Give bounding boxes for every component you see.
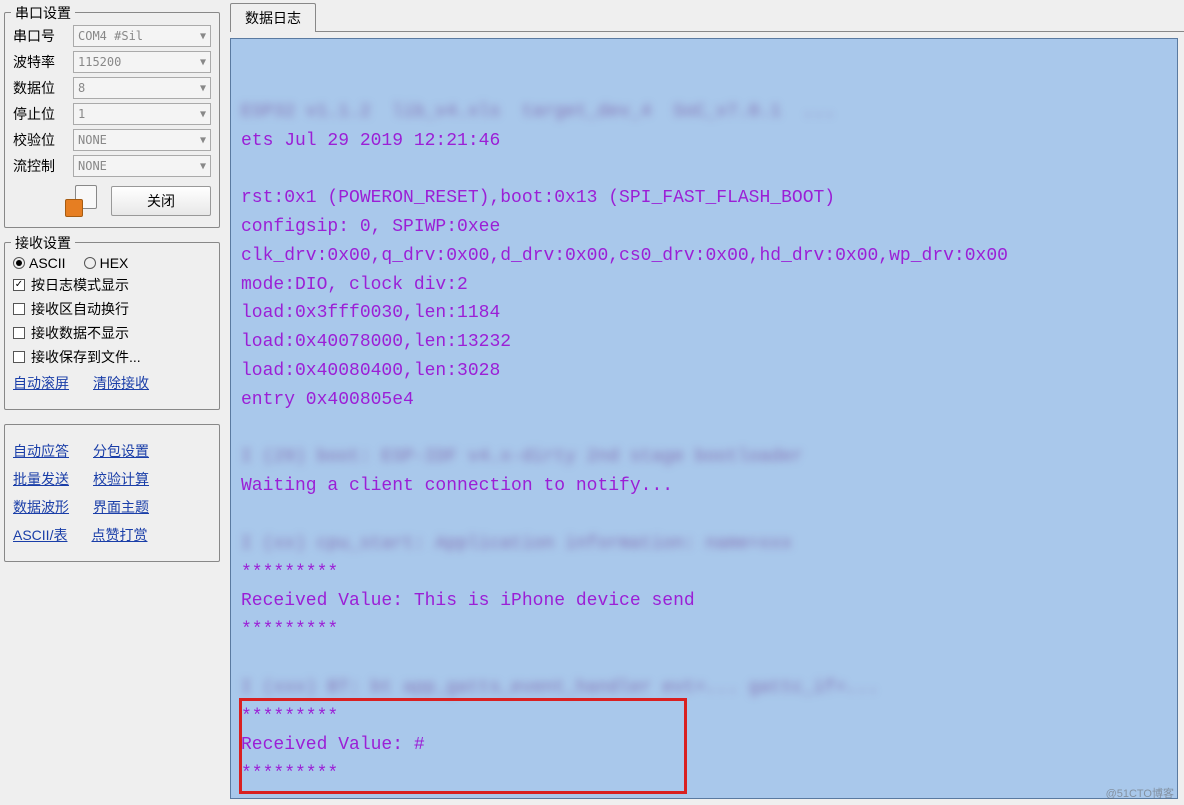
chevron-down-icon: ▼ <box>200 161 206 172</box>
links-group: 自动应答 分包设置 批量发送 校验计算 数据波形 界面主题 ASCII/表 点赞… <box>4 424 220 562</box>
ui-theme-link[interactable]: 界面主题 <box>93 497 149 517</box>
status-icon <box>61 185 101 217</box>
chevron-down-icon: ▼ <box>200 109 206 120</box>
serial-settings-group: 串口设置 串口号 COM4 #Sil▼ 波特率 115200▼ 数据位 8▼ 停… <box>4 12 220 228</box>
log-line: configsip: 0, SPIWP:0xee <box>241 217 500 237</box>
chevron-down-icon: ▼ <box>200 31 206 42</box>
baud-label: 波特率 <box>13 52 67 72</box>
recv-group-title: 接收设置 <box>11 233 75 253</box>
parity-label: 校验位 <box>13 130 67 150</box>
log-output[interactable]: ESP32 v1.1.2 lib_v4.xls target_dev_4 SoC… <box>230 38 1178 799</box>
chevron-down-icon: ▼ <box>200 57 206 68</box>
chevron-down-icon: ▼ <box>200 135 206 146</box>
log-line: ********* <box>241 707 338 727</box>
receive-settings-group: 接收设置 ASCII HEX 按日志模式显示 接收区自动换行 接收数据不显示 接… <box>4 242 220 410</box>
log-line: Received Value: # <box>241 735 425 755</box>
check-calc-link[interactable]: 校验计算 <box>93 469 149 489</box>
packet-set-link[interactable]: 分包设置 <box>93 441 149 461</box>
auto-scroll-link[interactable]: 自动滚屏 <box>13 373 69 393</box>
save-file-check[interactable]: 接收保存到文件... <box>13 347 211 367</box>
port-select[interactable]: COM4 #Sil▼ <box>73 25 211 47</box>
auto-wrap-check[interactable]: 接收区自动换行 <box>13 299 211 319</box>
log-line: Waiting a client connection to notify... <box>241 476 673 496</box>
log-line: load:0x3fff0030,len:1184 <box>241 303 500 323</box>
serial-group-title: 串口设置 <box>11 3 75 23</box>
clear-recv-link[interactable]: 清除接收 <box>93 373 149 393</box>
watermark: @51CTO博客 <box>1106 785 1174 801</box>
flow-select[interactable]: NONE▼ <box>73 155 211 177</box>
log-line: ets Jul 29 2019 12:21:46 <box>241 131 500 151</box>
auto-reply-link[interactable]: 自动应答 <box>13 441 69 461</box>
hide-recv-check[interactable]: 接收数据不显示 <box>13 323 211 343</box>
log-line: rst:0x1 (POWERON_RESET),boot:0x13 (SPI_F… <box>241 188 835 208</box>
flow-label: 流控制 <box>13 156 67 176</box>
log-line: ********* <box>241 764 338 784</box>
baud-select[interactable]: 115200▼ <box>73 51 211 73</box>
data-wave-link[interactable]: 数据波形 <box>13 497 69 517</box>
log-line: load:0x40078000,len:13232 <box>241 332 511 352</box>
close-button[interactable]: 关闭 <box>111 186 211 216</box>
hex-radio[interactable]: HEX <box>84 255 129 271</box>
databits-label: 数据位 <box>13 78 67 98</box>
parity-select[interactable]: NONE▼ <box>73 129 211 151</box>
log-line: ********* <box>241 563 338 583</box>
ascii-table-link[interactable]: ASCII/表 <box>13 525 67 545</box>
tab-bar: 数据日志 <box>224 2 1184 32</box>
port-label: 串口号 <box>13 26 67 46</box>
log-line: ********* <box>241 620 338 640</box>
stopbits-label: 停止位 <box>13 104 67 124</box>
batch-send-link[interactable]: 批量发送 <box>13 469 69 489</box>
log-line: mode:DIO, clock div:2 <box>241 275 468 295</box>
log-mode-check[interactable]: 按日志模式显示 <box>13 275 211 295</box>
stopbits-select[interactable]: 1▼ <box>73 103 211 125</box>
tab-data-log[interactable]: 数据日志 <box>230 3 316 32</box>
log-line: clk_drv:0x00,q_drv:0x00,d_drv:0x00,cs0_d… <box>241 246 1008 266</box>
like-share-link[interactable]: 点赞打赏 <box>91 525 147 545</box>
databits-select[interactable]: 8▼ <box>73 77 211 99</box>
log-line: entry 0x400805e4 <box>241 390 414 410</box>
chevron-down-icon: ▼ <box>200 83 206 94</box>
log-line: load:0x40080400,len:3028 <box>241 361 500 381</box>
ascii-radio[interactable]: ASCII <box>13 255 66 271</box>
log-line: Received Value: This is iPhone device se… <box>241 591 695 611</box>
